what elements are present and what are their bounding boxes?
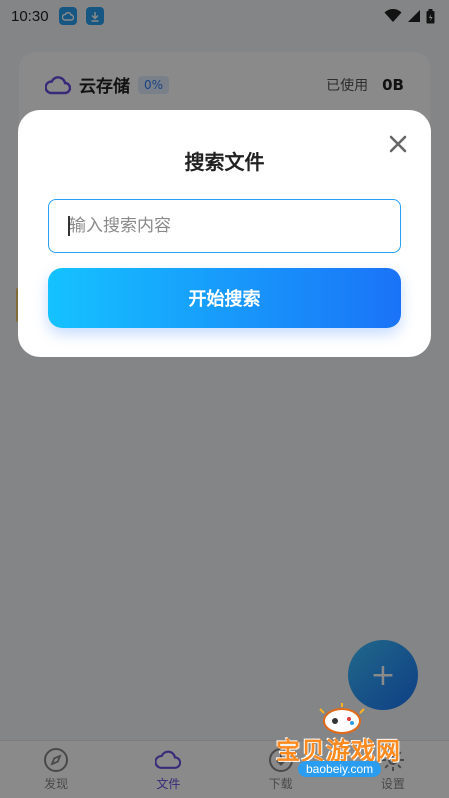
close-button[interactable] (386, 132, 410, 156)
search-dialog: 搜索文件 开始搜索 (18, 110, 431, 357)
watermark: 宝贝游戏网 baobeiy.com (268, 703, 428, 793)
search-input[interactable] (48, 199, 401, 253)
start-search-button[interactable]: 开始搜索 (48, 268, 401, 328)
text-caret (68, 216, 70, 236)
dialog-title: 搜索文件 (184, 150, 265, 174)
watermark-url: baobeiy.com (298, 761, 382, 777)
close-icon (389, 135, 407, 153)
